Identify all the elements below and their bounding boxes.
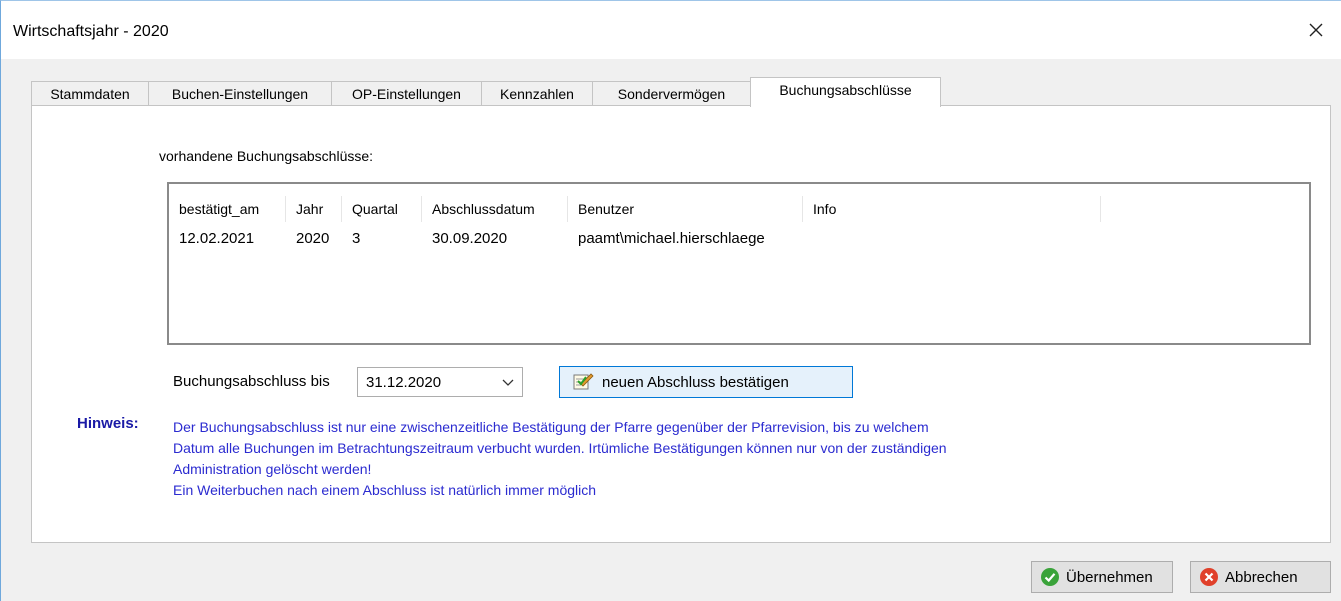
- hint-label: Hinweis:: [77, 415, 139, 432]
- red-x-icon: [1200, 568, 1218, 586]
- cell-quartal: 3: [352, 230, 361, 247]
- confirm-new-closing-label: neuen Abschluss bestätigen: [602, 373, 789, 391]
- tab-stammdaten[interactable]: Stammdaten: [31, 81, 149, 106]
- chevron-down-icon[interactable]: [502, 375, 514, 389]
- closing-date-value: 31.12.2020: [366, 374, 442, 391]
- cell-jahr: 2020: [296, 230, 330, 247]
- apply-button[interactable]: Übernehmen: [1031, 561, 1173, 593]
- column-header-jahr[interactable]: Jahr: [286, 196, 342, 222]
- hint-line: Administration gelöscht werden!: [173, 461, 372, 477]
- hint-line: Der Buchungsabschluss ist nur eine zwisc…: [173, 419, 929, 435]
- tab-op-einstellungen[interactable]: OP-Einstellungen: [331, 81, 482, 106]
- tab-sondervermoegen[interactable]: Sondervermögen: [592, 81, 751, 106]
- hint-line: Datum alle Buchungen im Betrachtungszeit…: [173, 440, 947, 456]
- hint-text: Der Buchungsabschluss ist nur eine zwisc…: [173, 417, 1163, 501]
- existing-closings-label: vorhandene Buchungsabschlüsse:: [159, 148, 374, 164]
- closings-list[interactable]: bestätigt_am Jahr Quartal Abschlussdatum…: [167, 182, 1311, 345]
- closing-date-select[interactable]: 31.12.2020: [357, 367, 523, 397]
- confirm-new-closing-button[interactable]: neuen Abschluss bestätigen: [559, 366, 853, 398]
- close-icon: [1309, 23, 1323, 37]
- window-title: Wirtschaftsjahr - 2020: [13, 23, 169, 40]
- cell-benutzer: paamt\michael.hierschlaege: [578, 230, 765, 247]
- column-header-bestaetigt[interactable]: bestätigt_am: [169, 196, 286, 222]
- green-check-icon: [1041, 568, 1059, 586]
- column-header-info[interactable]: Info: [803, 196, 1101, 222]
- cell-abschlussdatum: 30.09.2020: [432, 230, 508, 247]
- column-header-benutzer[interactable]: Benutzer: [568, 196, 803, 222]
- closing-until-label: Buchungsabschluss bis: [173, 373, 330, 390]
- title-bar: Wirtschaftsjahr - 2020: [1, 1, 1341, 59]
- column-header-abschlussdatum[interactable]: Abschlussdatum: [422, 196, 568, 222]
- hint-line: Ein Weiterbuchen nach einem Abschluss is…: [173, 482, 597, 498]
- column-header-quartal[interactable]: Quartal: [342, 196, 422, 222]
- cell-bestaetigt: 12.02.2021: [179, 230, 255, 247]
- cancel-button-label: Abbrechen: [1225, 568, 1298, 586]
- cancel-button[interactable]: Abbrechen: [1190, 561, 1331, 593]
- close-button[interactable]: [1301, 15, 1331, 45]
- apply-button-label: Übernehmen: [1066, 568, 1153, 586]
- tab-kennzahlen[interactable]: Kennzahlen: [481, 81, 593, 106]
- dialog-window: Wirtschaftsjahr - 2020 Stammdaten Buchen…: [0, 0, 1341, 601]
- tab-buchungsabschluesse[interactable]: Buchungsabschlüsse: [750, 77, 941, 107]
- tab-buchen-einstellungen[interactable]: Buchen-Einstellungen: [148, 81, 332, 106]
- edit-check-icon: [573, 373, 594, 390]
